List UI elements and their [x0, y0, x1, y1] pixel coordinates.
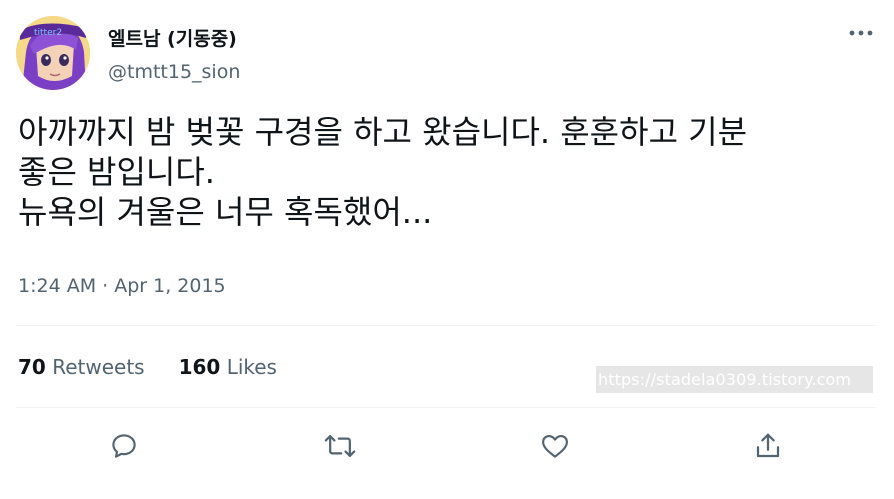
- more-horizontal-icon: [849, 30, 873, 36]
- user-handle[interactable]: @tmtt15_sion: [108, 61, 240, 83]
- divider: [16, 325, 876, 326]
- retweets-stat[interactable]: 70 Retweets: [18, 355, 145, 379]
- like-button[interactable]: [535, 426, 575, 466]
- tweet-text-line: 아까까지 밤 벚꽃 구경을 하고 왔습니다. 훈훈하고 기분: [18, 113, 748, 151]
- watermark: https://stadela0309.tistory.com: [596, 366, 873, 393]
- likes-count: 160: [178, 355, 221, 379]
- more-options-button[interactable]: [844, 20, 878, 46]
- retweet-icon: [324, 435, 356, 457]
- reply-button[interactable]: [104, 426, 144, 466]
- share-icon: [756, 433, 780, 458]
- likes-stat[interactable]: 160 Likes: [179, 355, 277, 379]
- display-name[interactable]: 엘트남 (기동중): [108, 24, 237, 51]
- heart-icon: [542, 434, 568, 458]
- tweet-text: 아까까지 밤 벚꽃 구경을 하고 왔습니다. 훈훈하고 기분 좋은 밤입니다. …: [18, 112, 878, 232]
- avatar[interactable]: titter2: [16, 16, 90, 90]
- tweet-timestamp[interactable]: 1:24 AM · Apr 1, 2015: [18, 275, 226, 297]
- likes-label: Likes: [226, 355, 277, 379]
- avatar-image: titter2: [16, 16, 90, 90]
- retweets-count: 70: [18, 355, 46, 379]
- retweets-label: Retweets: [52, 355, 145, 379]
- share-button[interactable]: [748, 426, 788, 466]
- tweet-text-line: 뉴욕의 겨울은 너무 혹독했어...: [18, 193, 433, 231]
- avatar-badge-text: titter2: [34, 28, 62, 38]
- reply-icon: [112, 434, 136, 458]
- divider: [16, 407, 876, 408]
- retweet-button[interactable]: [320, 426, 360, 466]
- tweet-text-line: 좋은 밤입니다.: [18, 153, 215, 191]
- tweet-stats: 70 Retweets 160 Likes: [18, 355, 277, 379]
